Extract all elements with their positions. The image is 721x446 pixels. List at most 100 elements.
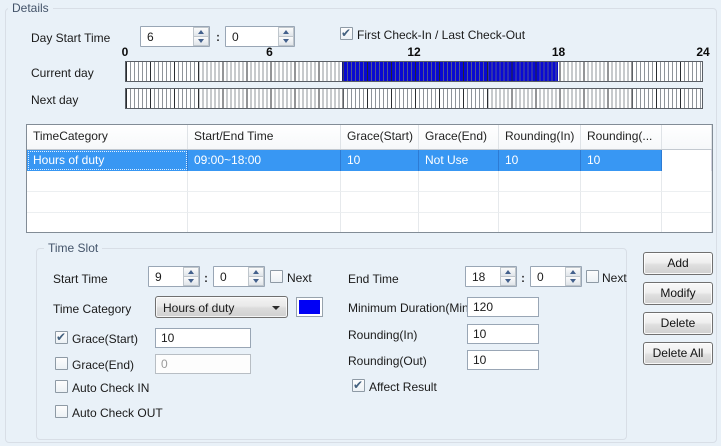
grace-end-checkbox[interactable]: ✔ [55,357,68,370]
time-slot-group-title: Time Slot [44,241,102,255]
grace-end-input[interactable] [155,354,251,374]
time-category-dropdown[interactable]: Hours of duty [155,296,288,318]
minimum-duration-input[interactable] [467,297,539,317]
delete-button[interactable]: Delete [643,312,713,335]
tick-label: 12 [407,45,420,59]
spinner-up-arrow-icon[interactable] [183,267,199,276]
delete-all-button[interactable]: Delete All [643,342,713,365]
cell-timecategory[interactable]: Hours of duty [27,150,188,171]
add-button[interactable]: Add [643,252,713,275]
grace-start-label: Grace(Start) [72,332,138,346]
spinner-down-arrow-icon[interactable] [565,276,581,286]
day-start-hour-updown[interactable] [193,27,209,46]
cell-rounding-out[interactable]: 10 [581,150,662,171]
cell-start-end-time[interactable]: 09:00~18:00 [188,150,341,171]
cell-rounding-in[interactable]: 10 [499,150,581,171]
empty-table-row [27,192,712,213]
spinner-up-arrow-icon[interactable] [500,267,516,276]
end-minute-value: 0 [531,267,565,286]
col-header-grace-start[interactable]: Grace(Start) [341,125,419,149]
col-header-rounding-in[interactable]: Rounding(In) [499,125,581,149]
start-time-label: Start Time [53,272,108,286]
end-hour-spinner[interactable]: 18 [465,266,517,287]
spinner-up-arrow-icon[interactable] [193,27,209,36]
spinner-up-arrow-icon[interactable] [248,267,264,276]
grace-start-checkbox[interactable]: ✔ [55,331,68,344]
col-header-spacer [662,125,712,149]
end-minute-spinner[interactable]: 0 [530,266,582,287]
spinner-up-arrow-icon[interactable] [565,267,581,276]
checkmark-icon: ✔ [353,378,363,392]
tick-label: 24 [696,45,709,59]
day-start-minute-spinner[interactable]: 0 [225,26,295,47]
spinner-down-arrow-icon[interactable] [248,276,264,286]
auto-check-in-checkbox[interactable]: ✔ [55,380,68,393]
rounding-in-label: Rounding(In) [348,328,417,342]
day-start-time-label: Day Start Time [31,31,110,45]
tick-label: 18 [552,45,565,59]
end-next-label: Next [602,271,627,285]
end-hour-value: 18 [466,267,500,286]
start-minute-updown[interactable] [248,267,264,286]
end-time-label: End Time [348,272,399,286]
cell-grace-start[interactable]: 10 [341,150,419,171]
cell-grace-end[interactable]: Not Use [419,150,499,171]
timeline-hour-labels: 0 6 12 18 24 [125,45,703,59]
details-group-title: Details [8,1,53,15]
start-minute-value: 0 [214,267,248,286]
affect-result-checkbox[interactable]: ✔ [352,379,365,392]
end-minute-updown[interactable] [565,267,581,286]
checkmark-icon: ✔ [341,26,351,40]
spinner-down-arrow-icon[interactable] [500,276,516,286]
spinner-down-arrow-icon[interactable] [183,276,199,286]
category-color-swatch[interactable] [296,297,323,317]
first-last-checkbox[interactable]: ✔ [340,27,353,40]
time-category-selected-value: Hours of duty [163,301,234,315]
tick-label: 0 [122,45,129,59]
grace-end-label: Grace(End) [72,358,134,372]
rounding-in-input[interactable] [467,324,539,344]
auto-check-out-checkbox[interactable]: ✔ [55,405,68,418]
col-header-grace-end[interactable]: Grace(End) [419,125,499,149]
empty-table-row [27,213,712,233]
start-hour-value: 9 [149,267,183,286]
day-start-minute-updown[interactable] [278,27,294,46]
start-hour-updown[interactable] [183,267,199,286]
table-row[interactable]: Hours of duty 09:00~18:00 10 Not Use 10 … [27,150,712,171]
next-day-label: Next day [31,93,78,107]
empty-table-row [27,171,712,192]
tick-label: 6 [266,45,273,59]
grace-start-input[interactable] [155,328,251,348]
day-start-colon: : [216,30,220,44]
auto-check-in-label: Auto Check IN [72,381,149,395]
current-day-label: Current day [31,66,94,80]
minimum-duration-label: Minimum Duration(Min) [348,301,473,315]
start-hour-spinner[interactable]: 9 [148,266,200,287]
affect-result-label: Affect Result [369,380,437,394]
first-last-checkbox-label: First Check-In / Last Check-Out [357,28,525,42]
dropdown-arrow-icon [272,306,280,310]
modify-button[interactable]: Modify [643,282,713,305]
auto-check-out-label: Auto Check OUT [72,406,163,420]
rounding-out-input[interactable] [467,350,539,370]
cell-spacer [662,150,712,171]
end-next-checkbox[interactable]: ✔ [586,270,599,283]
col-header-timecategory[interactable]: TimeCategory [27,125,188,149]
time-category-table: TimeCategory Start/End Time Grace(Start)… [26,124,713,233]
col-header-rounding-out[interactable]: Rounding(... [581,125,662,149]
end-hour-updown[interactable] [500,267,516,286]
time-category-label: Time Category [53,302,131,316]
start-minute-spinner[interactable]: 0 [213,266,265,287]
timeline-ticks [126,89,702,108]
rounding-out-label: Rounding(Out) [348,354,427,368]
timeline-ticks [126,62,702,81]
spinner-up-arrow-icon[interactable] [278,27,294,36]
next-day-ruler [125,88,703,109]
end-time-colon: : [521,271,525,285]
col-header-start-end-time[interactable]: Start/End Time [188,125,341,149]
checkmark-icon: ✔ [56,330,66,344]
start-next-label: Next [287,271,312,285]
day-start-hour-spinner[interactable]: 6 [140,26,210,47]
start-next-checkbox[interactable]: ✔ [270,270,283,283]
day-start-minute-value: 0 [226,27,278,46]
